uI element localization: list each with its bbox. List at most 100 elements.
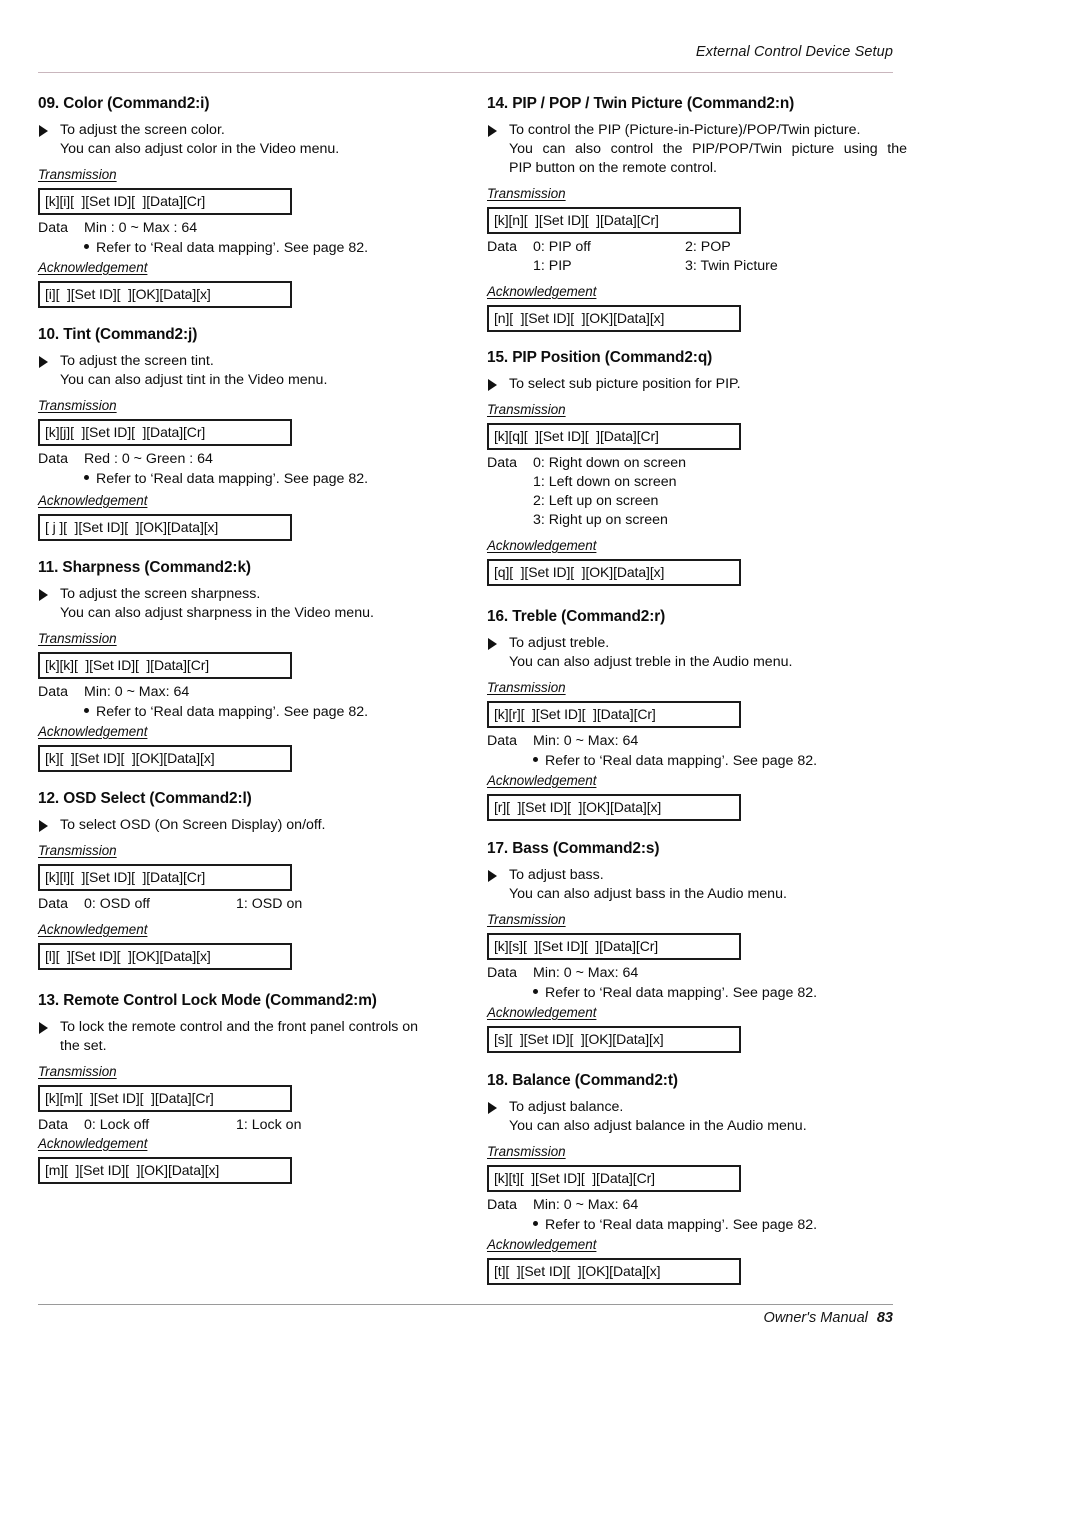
data-label: Data <box>38 896 68 912</box>
running-head: External Control Device Setup <box>695 44 893 60</box>
data-row: 3: Right up on screen <box>487 511 907 530</box>
transmission-label: Transmission <box>487 186 566 201</box>
desc-line-2: You can also control the PIP/POP/Twin pi… <box>509 141 907 157</box>
data-row: 2: Left up on screen <box>487 492 907 511</box>
triangle-bullet-icon <box>39 820 48 832</box>
data-row: 1: PIP 3: Twin Picture <box>487 257 907 276</box>
triangle-bullet-icon <box>39 589 48 601</box>
section-description: To adjust the screen tint. You can also … <box>38 352 458 390</box>
section-description: To adjust treble. You can also adjust tr… <box>487 634 907 672</box>
data-row: Data Min : 0 ~ Max : 64 <box>38 219 458 238</box>
acknowledgement-command-box: [ j ][ ][Set ID][ ][OK][Data][x] <box>38 514 292 541</box>
section-osd-select: 12. OSD Select (Command2:l) To select OS… <box>38 790 458 970</box>
desc-line-1: To adjust treble. <box>509 635 610 651</box>
data-mapping-note: Refer to ‘Real data mapping’. See page 8… <box>38 702 458 722</box>
transmission-command-box: [k][j][ ][Set ID][ ][Data][Cr] <box>38 419 292 446</box>
transmission-label: Transmission <box>487 1144 566 1159</box>
data-label: Data <box>38 220 68 236</box>
triangle-bullet-icon <box>488 1102 497 1114</box>
desc-line-2: You can also adjust balance in the Audio… <box>509 1118 807 1134</box>
section-description: To select OSD (On Screen Display) on/off… <box>38 816 458 835</box>
note-text: Refer to ‘Real data mapping’. See page 8… <box>545 985 818 1001</box>
section-description: To adjust bass. You can also adjust bass… <box>487 866 907 904</box>
footer-text: Owner's Manual <box>763 1310 868 1326</box>
section-description: To adjust the screen sharpness. You can … <box>38 585 458 623</box>
data-value: Red : 0 ~ Green : 64 <box>84 451 213 467</box>
triangle-bullet-icon <box>488 638 497 650</box>
data-label: Data <box>487 733 517 749</box>
data-label: Data <box>487 455 517 471</box>
transmission-label: Transmission <box>487 680 566 695</box>
section-title: 09. Color (Command2:i) <box>38 95 210 112</box>
transmission-command-box: [k][q][ ][Set ID][ ][Data][Cr] <box>487 423 741 450</box>
section-description: To lock the remote control and the front… <box>38 1018 458 1056</box>
transmission-label: Transmission <box>38 398 117 413</box>
section-description: To control the PIP (Picture-in-Picture)/… <box>487 121 907 178</box>
section-title: 11. Sharpness (Command2:k) <box>38 559 251 576</box>
data-option-a: 0: OSD off <box>84 896 150 912</box>
data-mapping-note: Refer to ‘Real data mapping’. See page 8… <box>487 751 907 771</box>
acknowledgement-command-box: [i][ ][Set ID][ ][OK][Data][x] <box>38 281 292 308</box>
data-option-b: 3: Twin Picture <box>685 258 778 274</box>
manual-page: External Control Device Setup 09. Color … <box>0 0 1080 1528</box>
section-title: 15. PIP Position (Command2:q) <box>487 349 713 366</box>
acknowledgement-label: Acknowledgement <box>38 724 148 739</box>
data-mapping-note: Refer to ‘Real data mapping’. See page 8… <box>38 238 458 258</box>
section-description: To adjust balance. You can also adjust b… <box>487 1098 907 1136</box>
note-text: Refer to ‘Real data mapping’. See page 8… <box>96 471 369 487</box>
bullet-dot-icon <box>84 708 89 713</box>
data-option-a: 1: PIP <box>533 258 572 274</box>
data-row: Data 0: PIP off 2: POP <box>487 238 907 257</box>
page-number: 83 <box>876 1310 893 1326</box>
data-row: Data 0: Right down on screen <box>487 454 907 473</box>
data-value: Min: 0 ~ Max: 64 <box>533 965 639 981</box>
acknowledgement-label: Acknowledgement <box>38 493 148 508</box>
data-option-b: 1: Lock on <box>236 1117 302 1133</box>
desc-line-2: the set. <box>60 1038 107 1054</box>
triangle-bullet-icon <box>488 379 497 391</box>
data-value: Min: 0 ~ Max: 64 <box>84 684 190 700</box>
right-column: 14. PIP / POP / Twin Picture (Command2:n… <box>487 95 907 1289</box>
section-title: 12. OSD Select (Command2:l) <box>38 790 252 807</box>
data-row: Data Min: 0 ~ Max: 64 <box>487 964 907 983</box>
data-label: Data <box>487 239 517 255</box>
data-option-1: 1: Left down on screen <box>533 474 677 490</box>
section-tint: 10. Tint (Command2:j) To adjust the scre… <box>38 326 458 541</box>
triangle-bullet-icon <box>488 125 497 137</box>
section-title: 13. Remote Control Lock Mode (Command2:m… <box>38 992 377 1009</box>
acknowledgement-command-box: [n][ ][Set ID][ ][OK][Data][x] <box>487 305 741 332</box>
section-description: To adjust the screen color. You can also… <box>38 121 458 159</box>
section-title: 16. Treble (Command2:r) <box>487 608 666 625</box>
desc-line-1: To adjust the screen color. <box>60 122 225 138</box>
bullet-dot-icon <box>533 989 538 994</box>
desc-line-1: To lock the remote control and the front… <box>60 1019 419 1035</box>
data-label: Data <box>487 1197 517 1213</box>
bullet-dot-icon <box>84 244 89 249</box>
data-label: Data <box>487 965 517 981</box>
transmission-command-box: [k][n][ ][Set ID][ ][Data][Cr] <box>487 207 741 234</box>
section-sharpness: 11. Sharpness (Command2:k) To adjust the… <box>38 559 458 772</box>
triangle-bullet-icon <box>39 1022 48 1034</box>
data-row: Data Min: 0 ~ Max: 64 <box>487 732 907 751</box>
triangle-bullet-icon <box>39 125 48 137</box>
acknowledgement-command-box: [l][ ][Set ID][ ][OK][Data][x] <box>38 943 292 970</box>
section-remote-control-lock-mode: 13. Remote Control Lock Mode (Command2:m… <box>38 992 458 1184</box>
desc-line-2: You can also adjust sharpness in the Vid… <box>60 605 374 621</box>
data-option-3: 3: Right up on screen <box>533 512 668 528</box>
section-balance: 18. Balance (Command2:t) To adjust balan… <box>487 1072 907 1285</box>
acknowledgement-label: Acknowledgement <box>487 1005 597 1020</box>
note-text: Refer to ‘Real data mapping’. See page 8… <box>96 240 369 256</box>
acknowledgement-label: Acknowledgement <box>487 284 597 299</box>
section-description: To select sub picture position for PIP. <box>487 375 907 394</box>
bullet-dot-icon <box>533 757 538 762</box>
transmission-label: Transmission <box>38 843 117 858</box>
desc-line-1: To adjust the screen tint. <box>60 353 214 369</box>
data-label: Data <box>38 684 68 700</box>
data-value: Min: 0 ~ Max: 64 <box>533 1197 639 1213</box>
triangle-bullet-icon <box>488 870 497 882</box>
section-pip-position: 15. PIP Position (Command2:q) To select … <box>487 349 907 586</box>
desc-line-2: You can also adjust tint in the Video me… <box>60 372 328 388</box>
acknowledgement-command-box: [m][ ][Set ID][ ][OK][Data][x] <box>38 1157 292 1184</box>
section-title: 18. Balance (Command2:t) <box>487 1072 678 1089</box>
note-text: Refer to ‘Real data mapping’. See page 8… <box>545 753 818 769</box>
